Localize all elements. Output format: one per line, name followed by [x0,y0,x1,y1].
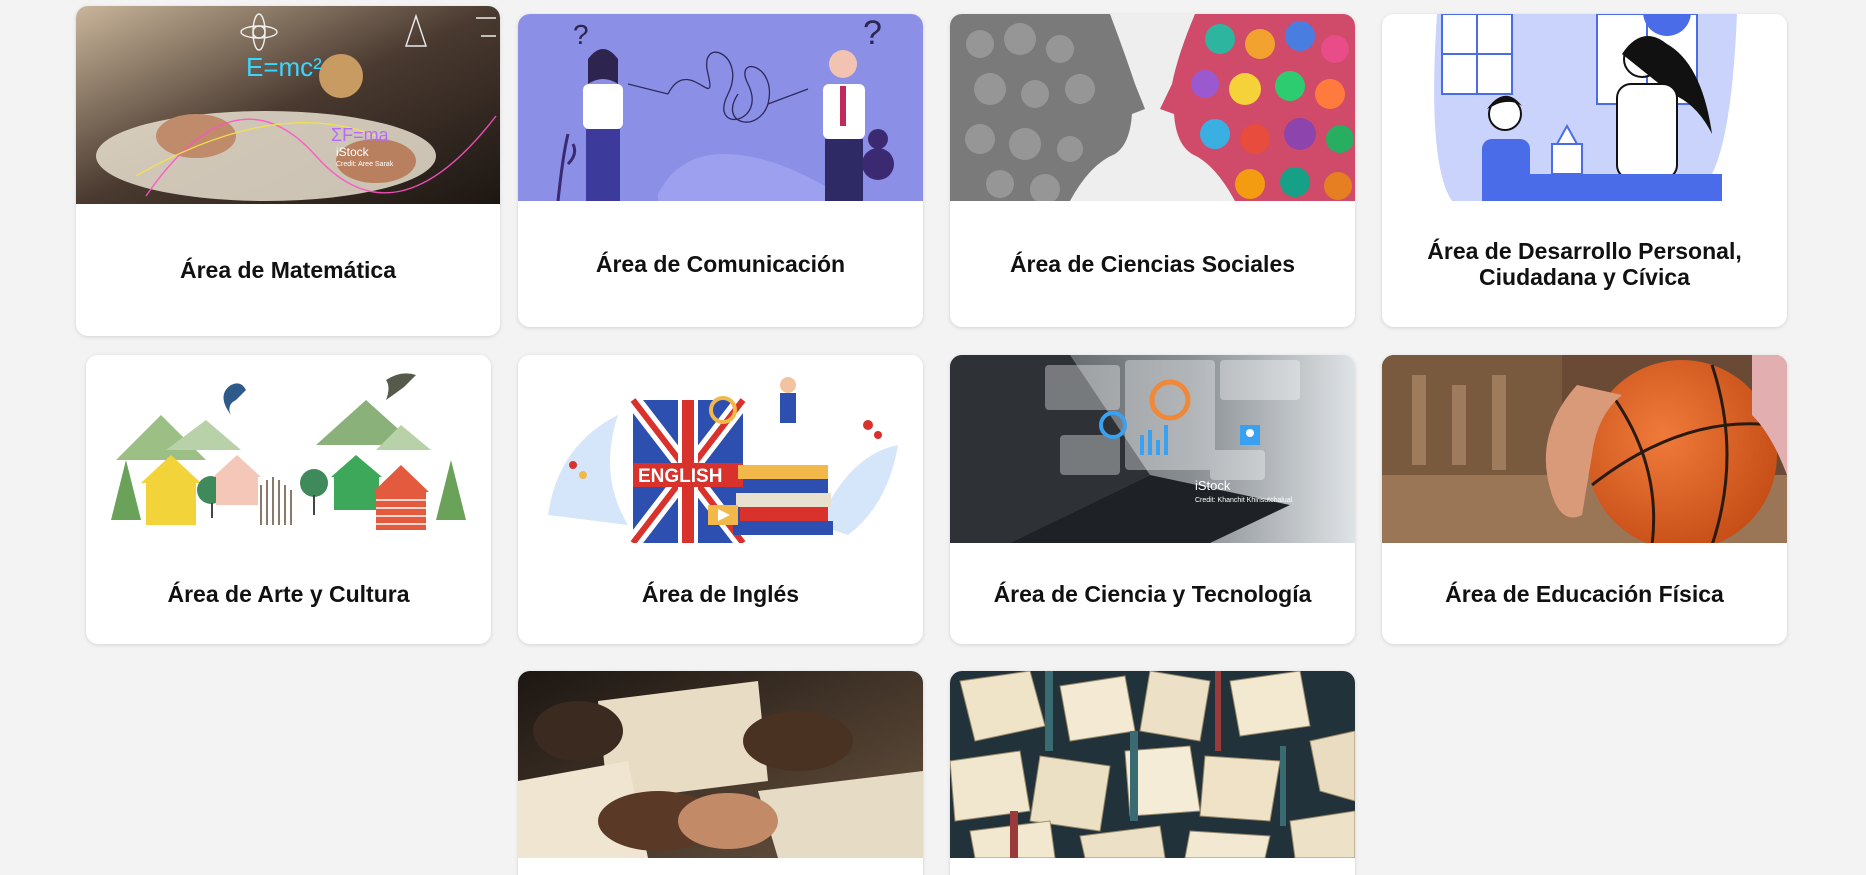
social-sciences-image [950,14,1355,201]
card-religion[interactable] [518,671,923,875]
card-title: Área de Inglés [641,580,800,607]
card-title: Área de Comunicación [595,251,846,277]
card-comunicacion[interactable]: ? ? Área de Comunicación [518,14,923,327]
card-title: Área de Ciencias Sociales [1009,251,1296,277]
card-arte-cultura[interactable]: Área de Arte y Cultura [86,355,491,644]
card-title: Área de Matemática [179,257,397,283]
svg-text:?: ? [573,19,589,50]
card-educacion-fisica[interactable]: Área de Educación Física [1382,355,1787,644]
math-formula-1: E=mc² [246,52,322,82]
communication-image: ? ? [518,14,923,201]
math-formula-2: ΣF=ma [331,125,390,145]
english-image: ENGLISH [518,355,923,543]
math-credit: Credit: Aree Sarak [336,161,394,168]
card-desarrollo-personal[interactable]: Área de Desarrollo Personal, Ciudadana y… [1382,14,1787,327]
personal-development-image [1382,14,1787,201]
card-ciencia-tecnologia[interactable]: iStock Credit: Khanchit Khirisutchalual … [950,355,1355,644]
card-title: Área de Ciencia y Tecnología [993,580,1312,607]
card-title: Área de Educación Física [1445,580,1724,607]
svg-text:?: ? [863,14,882,52]
course-areas-page: E=mc² ΣF=ma iStock Credit: Aree Sarak Ár… [0,0,1866,875]
card-matematica[interactable]: E=mc² ΣF=ma iStock Credit: Aree Sarak Ár… [76,6,500,336]
tech-watermark: iStock [1195,478,1231,493]
books-image [950,671,1355,858]
card-title: Área de Desarrollo Personal, Ciudadana y… [1427,238,1742,290]
physical-education-image [1382,355,1787,543]
art-culture-image [86,355,491,543]
english-banner-text: ENGLISH [638,466,722,487]
card-books[interactable] [950,671,1355,875]
card-ingles[interactable]: ENGLISH Área de Inglés [518,355,923,644]
tech-credit: Credit: Khanchit Khirisutchalual [1195,497,1293,504]
science-technology-image: iStock Credit: Khanchit Khirisutchalual [950,355,1355,543]
math-image: E=mc² ΣF=ma iStock Credit: Aree Sarak [76,6,500,204]
card-title: Área de Arte y Cultura [167,580,410,607]
card-ciencias-sociales[interactable]: Área de Ciencias Sociales [950,14,1355,327]
math-watermark: iStock [336,145,370,159]
religion-image [518,671,923,858]
